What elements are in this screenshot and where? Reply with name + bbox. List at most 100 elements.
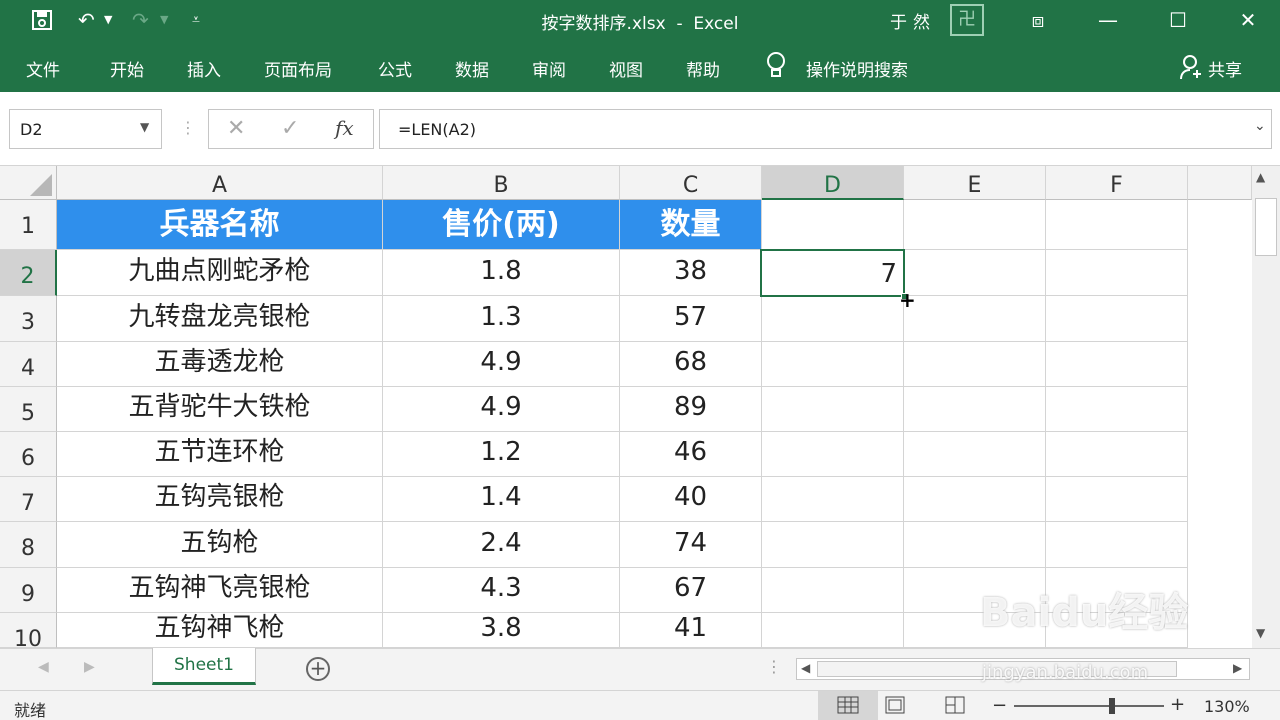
minimize-icon[interactable]: — xyxy=(1078,0,1138,40)
zoom-level[interactable]: 130% xyxy=(1204,697,1250,716)
zoom-slider-thumb[interactable] xyxy=(1108,698,1115,714)
cell-d3[interactable] xyxy=(762,296,904,342)
tab-insert[interactable]: 插入 xyxy=(187,56,221,81)
cell-a5[interactable]: 五背驼牛大铁枪 xyxy=(57,387,383,432)
cell-a8[interactable]: 五钩枪 xyxy=(57,522,383,568)
share-person-icon[interactable] xyxy=(1180,54,1204,85)
cell-b7[interactable]: 1.4 xyxy=(383,477,620,522)
cell-a7[interactable]: 五钩亮银枪 xyxy=(57,477,383,522)
enter-icon[interactable]: ✓ xyxy=(281,116,299,141)
cell-a3[interactable]: 九转盘龙亮银枪 xyxy=(57,296,383,342)
cell-e4[interactable] xyxy=(904,342,1046,387)
insert-function-icon[interactable]: fx xyxy=(335,116,354,140)
cell-f3[interactable] xyxy=(1046,296,1188,342)
cell-a4[interactable]: 五毒透龙枪 xyxy=(57,342,383,387)
cell-e1[interactable] xyxy=(904,200,1046,250)
cell-b10[interactable]: 3.8 xyxy=(383,613,620,648)
cell-d4[interactable] xyxy=(762,342,904,387)
row-header-6[interactable]: 6 xyxy=(0,432,57,477)
cell-c4[interactable]: 68 xyxy=(620,342,762,387)
cell-b3[interactable]: 1.3 xyxy=(383,296,620,342)
row-header-9[interactable]: 9 xyxy=(0,568,57,613)
cell-b9[interactable]: 4.3 xyxy=(383,568,620,613)
account-avatar[interactable]: 卍 xyxy=(950,4,984,36)
tab-formulas[interactable]: 公式 xyxy=(378,56,412,81)
name-box-dropdown-icon[interactable]: ▼ xyxy=(140,120,149,134)
row-header-4[interactable]: 4 xyxy=(0,342,57,387)
splitter-icon[interactable]: ⋮ xyxy=(766,657,782,676)
cell-c9[interactable]: 67 xyxy=(620,568,762,613)
select-all-corner[interactable] xyxy=(0,166,57,200)
row-header-3[interactable]: 3 xyxy=(0,296,57,342)
cell-e7[interactable] xyxy=(904,477,1046,522)
cell-d1[interactable] xyxy=(762,200,904,250)
row-header-8[interactable]: 8 xyxy=(0,522,57,568)
column-header-e[interactable]: E xyxy=(904,166,1046,200)
column-header-b[interactable]: B xyxy=(383,166,620,200)
column-header-d[interactable]: D xyxy=(762,166,904,200)
tab-view[interactable]: 视图 xyxy=(609,56,643,81)
expand-formula-bar-icon[interactable]: ⌄ xyxy=(1254,118,1266,134)
row-header-7[interactable]: 7 xyxy=(0,477,57,522)
cell-c8[interactable]: 74 xyxy=(620,522,762,568)
tab-review[interactable]: 审阅 xyxy=(532,56,566,81)
column-header-c[interactable]: C xyxy=(620,166,762,200)
cancel-icon[interactable]: ✕ xyxy=(227,116,245,141)
column-header-f[interactable]: F xyxy=(1046,166,1188,200)
cell-f7[interactable] xyxy=(1046,477,1188,522)
user-name[interactable]: 于然 xyxy=(890,8,936,33)
cell-e6[interactable] xyxy=(904,432,1046,477)
cell-b1[interactable]: 售价(两) xyxy=(383,200,620,250)
cell-f1[interactable] xyxy=(1046,200,1188,250)
close-icon[interactable]: ✕ xyxy=(1218,0,1278,40)
column-header-a[interactable]: A xyxy=(57,166,383,200)
vertical-scrollbar[interactable]: ▲ ▼ xyxy=(1252,166,1280,648)
cell-e2[interactable] xyxy=(904,250,1046,296)
cell-c5[interactable]: 89 xyxy=(620,387,762,432)
formula-bar-grip-icon[interactable]: ⋮ xyxy=(180,118,196,137)
cell-a9[interactable]: 五钩神飞亮银枪 xyxy=(57,568,383,613)
cell-a10[interactable]: 五钩神飞枪 xyxy=(57,613,383,648)
cell-c3[interactable]: 57 xyxy=(620,296,762,342)
cell-c10[interactable]: 41 xyxy=(620,613,762,648)
row-header-5[interactable]: 5 xyxy=(0,387,57,432)
cell-b2[interactable]: 1.8 xyxy=(383,250,620,296)
cell-a1[interactable]: 兵器名称 xyxy=(57,200,383,250)
cell-b5[interactable]: 4.9 xyxy=(383,387,620,432)
maximize-icon[interactable]: ☐ xyxy=(1148,0,1208,40)
prev-sheet-icon[interactable]: ◀ xyxy=(38,659,49,675)
sheet-tab-sheet1[interactable]: Sheet1 xyxy=(152,648,256,685)
zoom-out-icon[interactable]: − xyxy=(992,695,1007,716)
share-button[interactable]: 共享 xyxy=(1208,56,1242,81)
column-header-g-partial[interactable] xyxy=(1188,166,1252,200)
row-header-10[interactable]: 10 xyxy=(0,613,57,652)
cell-d7[interactable] xyxy=(762,477,904,522)
scroll-down-icon[interactable]: ▼ xyxy=(1256,626,1265,640)
scroll-up-icon[interactable]: ▲ xyxy=(1256,170,1265,184)
cell-a2[interactable]: 九曲点刚蛇矛枪 xyxy=(57,250,383,296)
page-layout-view-button[interactable] xyxy=(880,691,910,720)
cell-d5[interactable] xyxy=(762,387,904,432)
cell-c2[interactable]: 38 xyxy=(620,250,762,296)
row-header-2[interactable]: 2 xyxy=(0,250,57,296)
cell-e3[interactable] xyxy=(904,296,1046,342)
cell-d8[interactable] xyxy=(762,522,904,568)
cell-f5[interactable] xyxy=(1046,387,1188,432)
tab-data[interactable]: 数据 xyxy=(455,56,489,81)
cell-e8[interactable] xyxy=(904,522,1046,568)
scroll-right-icon[interactable]: ▶ xyxy=(1233,661,1242,675)
next-sheet-icon[interactable]: ▶ xyxy=(84,659,95,675)
new-sheet-icon[interactable]: + xyxy=(306,657,330,681)
tell-me-search[interactable]: 操作说明搜索 xyxy=(806,56,908,81)
selected-cell-d2[interactable]: 7 xyxy=(760,249,905,297)
cell-d6[interactable] xyxy=(762,432,904,477)
tab-file[interactable]: 文件 xyxy=(26,56,60,81)
lightbulb-icon[interactable] xyxy=(764,50,788,85)
page-break-view-button[interactable] xyxy=(940,691,970,720)
cell-c6[interactable]: 46 xyxy=(620,432,762,477)
row-header-1[interactable]: 1 xyxy=(0,200,57,250)
cell-d9[interactable] xyxy=(762,568,904,613)
cell-f8[interactable] xyxy=(1046,522,1188,568)
cell-b4[interactable]: 4.9 xyxy=(383,342,620,387)
cell-b6[interactable]: 1.2 xyxy=(383,432,620,477)
